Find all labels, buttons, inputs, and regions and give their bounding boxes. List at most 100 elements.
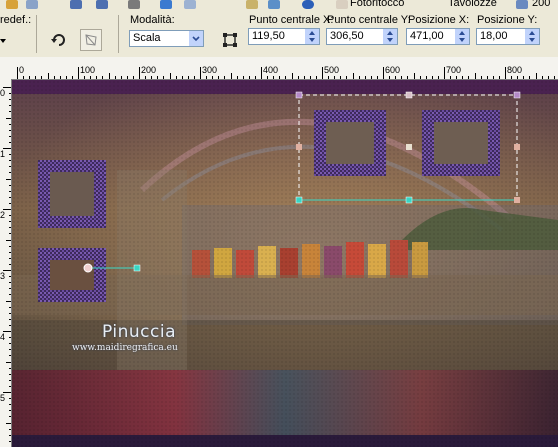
ruler-tick <box>9 355 11 356</box>
scan-icon[interactable] <box>26 0 38 9</box>
ruler-tick <box>9 233 11 234</box>
ruler-tick <box>9 435 11 436</box>
ruler-tick <box>54 76 55 79</box>
ruler-tick <box>322 67 323 79</box>
ruler-tick <box>9 124 11 125</box>
ruler-tick <box>9 386 11 387</box>
ruler-label: 0 <box>19 65 25 75</box>
ruler-tick <box>182 76 183 79</box>
ruler-tick <box>334 76 335 79</box>
separator <box>118 15 119 53</box>
spin-arrows-icon[interactable] <box>305 29 319 44</box>
ruler-tick <box>328 76 329 79</box>
ruler-tick <box>133 76 134 79</box>
center-y-label: Punto centrale Y: <box>327 14 411 26</box>
transform-box-icon[interactable] <box>219 29 241 51</box>
ruler-tick <box>523 76 524 79</box>
spin-arrows-icon[interactable] <box>455 29 469 44</box>
ruler-tick <box>310 76 311 79</box>
ruler-label: 600 <box>385 65 401 75</box>
center-y-field[interactable]: 306,50 <box>326 28 398 45</box>
ruler-tick <box>17 67 18 79</box>
ruler-tick <box>29 76 30 79</box>
ruler-tick <box>542 76 543 79</box>
center-x-field[interactable]: 119,50 <box>248 28 320 45</box>
chevron-down-icon[interactable] <box>188 31 203 46</box>
ruler-tick <box>9 398 11 399</box>
perspective-icon[interactable] <box>80 29 102 51</box>
ruler-label: 0 <box>0 88 6 98</box>
menu-fotoritocco[interactable]: Fotoritocco <box>350 0 404 9</box>
pos-x-field[interactable]: 471,00 <box>406 28 470 45</box>
ruler-tick <box>170 73 171 79</box>
ruler-tick <box>9 191 11 192</box>
pos-y-field[interactable]: 18,00 <box>476 28 540 45</box>
horizontal-ruler[interactable]: 0 100 200 300 400 500 600 700 800 <box>11 57 558 80</box>
ruler-label: 800 <box>507 65 523 75</box>
mode-select[interactable]: Scala <box>129 30 204 47</box>
ruler-tick <box>377 76 378 79</box>
ruler-tick <box>206 76 207 79</box>
zoom-icon[interactable] <box>516 0 528 9</box>
ruler-tick <box>493 76 494 79</box>
info-icon[interactable] <box>302 0 314 9</box>
ruler-tick <box>6 118 11 119</box>
vertical-ruler[interactable]: 0 1 2 3 4 5 <box>0 79 12 447</box>
ruler-label: 500 <box>324 65 340 75</box>
ruler-tick <box>450 76 451 79</box>
purple-frame-left-bottom[interactable] <box>38 248 106 302</box>
ruler-tick <box>438 76 439 79</box>
save-icon[interactable] <box>70 0 82 9</box>
ruler-tick <box>96 76 97 79</box>
zoom-value[interactable]: 200 <box>532 0 550 9</box>
menu-tavolozze[interactable]: Tavolozze <box>448 0 497 9</box>
ruler-tick <box>9 374 11 375</box>
ruler-tick <box>109 73 110 79</box>
ruler-tick <box>9 337 11 338</box>
folder-icon[interactable] <box>6 0 18 9</box>
spin-arrows-icon[interactable] <box>525 29 539 44</box>
ruler-tick <box>371 76 372 79</box>
ruler-tick <box>536 73 537 79</box>
ruler-tick <box>505 67 506 79</box>
save-as-icon[interactable] <box>96 0 108 9</box>
browser-icon[interactable] <box>246 0 258 9</box>
ruler-tick <box>145 76 146 79</box>
layers-icon[interactable] <box>268 0 280 9</box>
ruler-tick <box>273 76 274 79</box>
center-x-label: Punto centrale X: <box>249 14 334 26</box>
photo-fix-icon[interactable] <box>336 0 348 9</box>
ruler-tick <box>487 76 488 79</box>
image-canvas[interactable]: Pinuccia www.maidiregrafica.eu <box>12 80 558 447</box>
print-icon[interactable] <box>128 0 140 9</box>
ruler-tick <box>353 73 354 79</box>
ruler-tick <box>279 76 280 79</box>
ruler-tick <box>316 76 317 79</box>
canvas-artwork <box>12 80 558 447</box>
watermark-site: www.maidiregrafica.eu <box>72 343 178 353</box>
purple-frame-top-right <box>422 110 500 176</box>
ruler-tick <box>176 76 177 79</box>
ruler-tick <box>395 76 396 79</box>
ruler-tick <box>517 76 518 79</box>
undo-icon[interactable] <box>160 0 172 9</box>
ruler-label: 300 <box>202 65 218 75</box>
redo-icon[interactable] <box>184 0 196 9</box>
ruler-tick <box>78 67 79 79</box>
ruler-tick <box>9 313 11 314</box>
ruler-tick <box>346 76 347 79</box>
ruler-tick <box>9 227 11 228</box>
ruler-label: 4 <box>0 332 6 342</box>
spin-arrows-icon[interactable] <box>383 29 397 44</box>
ruler-tick <box>6 179 11 180</box>
pos-y-label: Posizione Y: <box>477 14 538 26</box>
preset-dropdown-arrow-icon[interactable] <box>0 35 6 43</box>
ruler-tick <box>9 288 11 289</box>
ruler-tick <box>285 76 286 79</box>
ruler-tick <box>6 362 11 363</box>
reset-icon[interactable] <box>48 29 70 51</box>
ruler-tick <box>9 160 11 161</box>
ruler-tick <box>9 93 11 94</box>
ruler-label: 700 <box>446 65 462 75</box>
ruler-corner <box>0 57 11 79</box>
